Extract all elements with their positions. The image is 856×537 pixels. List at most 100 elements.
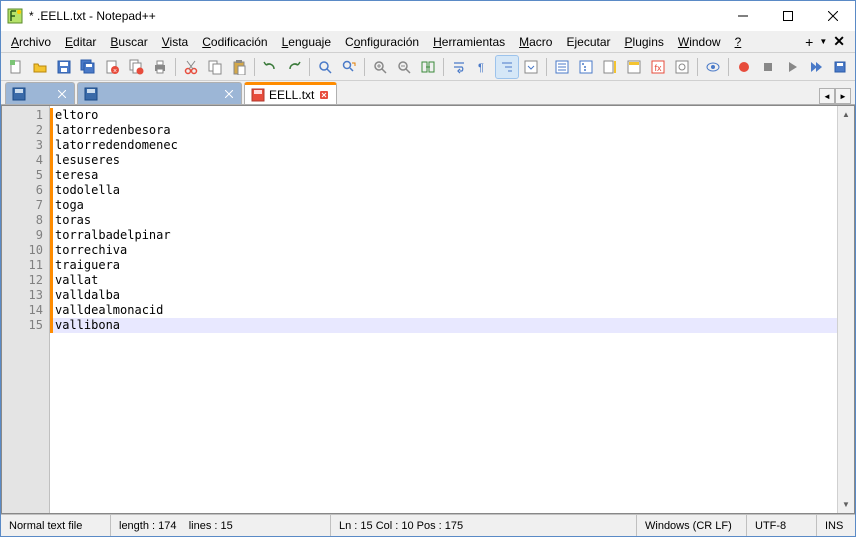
- sync-scroll-icon[interactable]: [417, 56, 439, 78]
- code-line[interactable]: toga: [50, 198, 837, 213]
- tab-close-icon[interactable]: [56, 88, 68, 100]
- code-line[interactable]: todolella: [50, 183, 837, 198]
- code-text: valldealmonacid: [55, 303, 163, 318]
- tab-scroll-left-icon[interactable]: ◄: [819, 88, 835, 104]
- code-text: torralbadelpinar: [55, 228, 171, 243]
- code-line[interactable]: torrechiva: [50, 243, 837, 258]
- tab-scroll-right-icon[interactable]: ►: [835, 88, 851, 104]
- close-file-icon[interactable]: ×: [101, 56, 123, 78]
- minimize-button[interactable]: [720, 1, 765, 31]
- menu-ejecutar[interactable]: Ejecutar: [560, 33, 616, 51]
- menu-archivo[interactable]: Archivo: [5, 33, 57, 51]
- menu-configuracion[interactable]: Configuración: [339, 33, 425, 51]
- zoom-in-icon[interactable]: [369, 56, 391, 78]
- svg-text:¶: ¶: [478, 62, 484, 74]
- menu-herramientas[interactable]: Herramientas: [427, 33, 511, 51]
- code-line[interactable]: latorredendomenec: [50, 138, 837, 153]
- save-all-icon[interactable]: [77, 56, 99, 78]
- redo-icon[interactable]: [283, 56, 305, 78]
- undo-icon[interactable]: [259, 56, 281, 78]
- separator: [309, 58, 310, 76]
- statusbar: Normal text file length : 174 lines : 15…: [1, 514, 855, 536]
- code-line[interactable]: valldalba: [50, 288, 837, 303]
- func-list-icon[interactable]: [551, 56, 573, 78]
- code-line[interactable]: teresa: [50, 168, 837, 183]
- code-line[interactable]: toras: [50, 213, 837, 228]
- code-text: vallibona: [55, 318, 120, 333]
- find-icon[interactable]: [314, 56, 336, 78]
- doc-map-icon[interactable]: [599, 56, 621, 78]
- line-number: 7: [2, 198, 43, 213]
- play-macro-icon[interactable]: [781, 56, 803, 78]
- open-file-icon[interactable]: [29, 56, 51, 78]
- vertical-scrollbar[interactable]: ▲ ▼: [837, 106, 854, 513]
- status-encoding[interactable]: UTF-8: [747, 515, 817, 536]
- menu-editar[interactable]: Editar: [59, 33, 102, 51]
- paste-icon[interactable]: [228, 56, 250, 78]
- tab-close-icon[interactable]: [223, 88, 235, 100]
- record-macro-icon[interactable]: [733, 56, 755, 78]
- stop-macro-icon[interactable]: [757, 56, 779, 78]
- menu-lenguaje[interactable]: Lenguaje: [276, 33, 337, 51]
- folder-tree-icon[interactable]: [575, 56, 597, 78]
- code-text: todolella: [55, 183, 120, 198]
- close-all-icon[interactable]: ✕: [833, 33, 845, 50]
- play-multi-icon[interactable]: [805, 56, 827, 78]
- code-line[interactable]: torralbadelpinar: [50, 228, 837, 243]
- code-text: eltoro: [55, 108, 98, 123]
- new-file-icon[interactable]: [5, 56, 27, 78]
- code-line[interactable]: vallat: [50, 273, 837, 288]
- menu-buscar[interactable]: Buscar: [104, 33, 153, 51]
- scroll-down-icon[interactable]: ▼: [838, 496, 854, 513]
- code-line[interactable]: lesuseres: [50, 153, 837, 168]
- tab-eell[interactable]: EELL.txt: [244, 82, 337, 104]
- menu-macro[interactable]: Macro: [513, 33, 558, 51]
- save-status-modified-icon: [251, 88, 265, 102]
- line-number: 1: [2, 108, 43, 123]
- plus-icon[interactable]: +: [805, 34, 813, 50]
- dropdown-icon[interactable]: ▼: [819, 37, 827, 46]
- code-line[interactable]: eltoro: [50, 108, 837, 123]
- menu-plugins[interactable]: Plugins: [619, 33, 670, 51]
- status-eol[interactable]: Windows (CR LF): [637, 515, 747, 536]
- lang-dropdown-icon[interactable]: [520, 56, 542, 78]
- indent-guide-icon[interactable]: [496, 56, 518, 78]
- separator: [254, 58, 255, 76]
- code-line[interactable]: vallibona: [50, 318, 837, 333]
- save-macro-icon[interactable]: [829, 56, 851, 78]
- menu-codificacion[interactable]: Codificación: [196, 33, 273, 51]
- save-icon[interactable]: [53, 56, 75, 78]
- tab-close-icon[interactable]: [318, 89, 330, 101]
- close-button[interactable]: [810, 1, 855, 31]
- menu-help[interactable]: ?: [729, 33, 748, 51]
- status-length-lines: length : 174 lines : 15: [111, 515, 331, 536]
- tab-2[interactable]: [77, 82, 242, 104]
- code-line[interactable]: valldealmonacid: [50, 303, 837, 318]
- maximize-button[interactable]: [765, 1, 810, 31]
- close-all-files-icon[interactable]: [125, 56, 147, 78]
- svg-text:×: ×: [113, 68, 117, 75]
- code-line[interactable]: traiguera: [50, 258, 837, 273]
- code-text: torrechiva: [55, 243, 127, 258]
- wordwrap-icon[interactable]: [448, 56, 470, 78]
- doc-list-icon[interactable]: [623, 56, 645, 78]
- line-number: 9: [2, 228, 43, 243]
- show-all-chars-icon[interactable]: ¶: [472, 56, 494, 78]
- cut-icon[interactable]: [180, 56, 202, 78]
- code-line[interactable]: latorredenbesora: [50, 123, 837, 138]
- copy-icon[interactable]: [204, 56, 226, 78]
- menu-window[interactable]: Window: [672, 33, 727, 51]
- status-ins[interactable]: INS: [817, 515, 855, 536]
- monitor-icon[interactable]: [702, 56, 724, 78]
- function-icon[interactable]: fx: [647, 56, 669, 78]
- code-text-area[interactable]: eltorolatorredenbesoralatorredendomenecl…: [50, 106, 837, 513]
- scroll-up-icon[interactable]: ▲: [838, 106, 854, 123]
- zoom-out-icon[interactable]: [393, 56, 415, 78]
- tab-1[interactable]: [5, 82, 75, 104]
- menu-vista[interactable]: Vista: [156, 33, 194, 51]
- separator: [546, 58, 547, 76]
- save-status-icon: [84, 87, 98, 101]
- print-icon[interactable]: [149, 56, 171, 78]
- preferences-icon[interactable]: [671, 56, 693, 78]
- replace-icon[interactable]: [338, 56, 360, 78]
